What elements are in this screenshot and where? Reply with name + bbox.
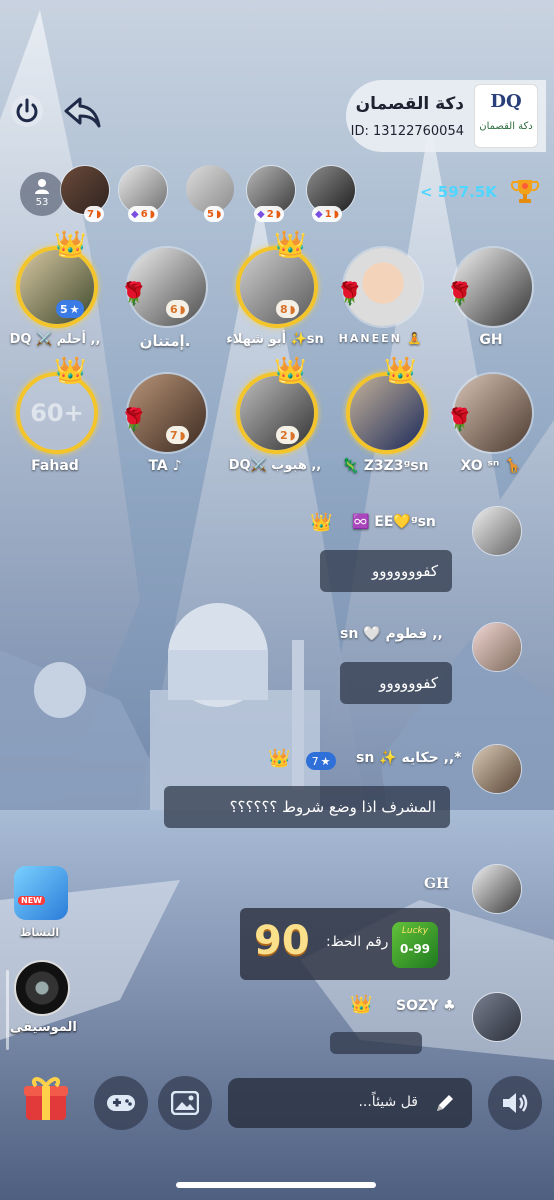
image-button[interactable]: [158, 1076, 212, 1130]
rank-badge: ◆ 2 ◗: [254, 206, 284, 222]
room-info-card[interactable]: دكة القصمان ID: 13122760054 DQ دكة القصم…: [346, 80, 546, 152]
online-count: 53: [35, 197, 49, 208]
rank-badge: ◆ 6 ◗: [128, 206, 158, 222]
speaker-button[interactable]: [488, 1076, 542, 1130]
seat[interactable]: 👑 8 ◗: [232, 230, 318, 328]
seat-name: 🦎 Z3Z3ᵍsn: [341, 458, 429, 474]
lucky-number-card: 90 رقم الحظ: Lucky 0-99: [240, 908, 450, 980]
lucky-number: 90: [254, 918, 310, 964]
level-badge: 6 ◗: [166, 300, 190, 318]
rank-badge: ◆ 1 ◗: [312, 206, 342, 222]
power-icon[interactable]: [8, 92, 46, 130]
seat-name: GH: [479, 332, 503, 348]
seat-name: DQ⚔️ هبوب ,,: [228, 458, 322, 473]
seat-name: أبو شهلاء ✨sn: [226, 332, 324, 347]
music-label: الموسيقى: [10, 1020, 77, 1035]
music-disc-icon[interactable]: [14, 960, 70, 1016]
lucky-label: رقم الحظ:: [326, 934, 389, 950]
seat-name: HANEEN 🧘: [338, 332, 424, 345]
chat-avatar[interactable]: [472, 506, 522, 556]
room-logo: DQ دكة القصمان: [474, 84, 538, 148]
crown-icon: 👑: [274, 356, 307, 386]
chat-avatar[interactable]: [472, 864, 522, 914]
chat-sender-name: sn 🤍 فطوم ,,: [340, 626, 443, 642]
chat-sender-name: ♾️ EE💛ᵍsn: [352, 514, 436, 530]
chat-avatar[interactable]: [472, 744, 522, 794]
level-badge: 5 ★: [56, 300, 84, 318]
rank-badge: 7 ◗: [84, 206, 105, 222]
speaker-icon: [503, 1093, 528, 1113]
seat[interactable]: 🌹: [446, 242, 534, 328]
seat[interactable]: 👑 2 ◗: [232, 356, 318, 454]
home-indicator: [176, 1182, 376, 1188]
seat[interactable]: 🌹 7 ◗: [120, 368, 208, 454]
side-handle[interactable]: [6, 970, 9, 1050]
person-icon: [35, 179, 49, 194]
share-icon[interactable]: [62, 94, 102, 130]
gamepad-icon: [107, 1095, 135, 1111]
crown-icon: 👑: [268, 748, 291, 769]
roses-icon: 🌹: [120, 282, 148, 307]
online-users-button[interactable]: 53: [20, 172, 64, 216]
crown-icon: 👑: [54, 356, 87, 386]
chat-avatar[interactable]: [472, 992, 522, 1042]
level-badge: 8 ◗: [276, 300, 300, 318]
seat-name: Fahad: [31, 458, 79, 474]
message-input[interactable]: قل شيئاً...: [228, 1078, 472, 1128]
seat-name: إمتنان.: [139, 332, 191, 350]
crown-icon: 👑: [54, 230, 87, 260]
activity-button[interactable]: NEW: [14, 866, 68, 920]
room-id: ID: 13122760054: [350, 124, 464, 139]
seat[interactable]: 🌹 6 ◗: [120, 242, 208, 328]
level-badge: 7 ★: [306, 752, 336, 770]
room-name: دكة القصمان: [355, 94, 464, 114]
top-user-avatar[interactable]: [60, 165, 110, 215]
chat-bubble: كفوووووو: [340, 662, 452, 704]
lucky-icon: Lucky 0-99: [392, 922, 438, 968]
chat-bubble: [330, 1032, 422, 1054]
seat[interactable]: 🌹: [336, 242, 424, 328]
chat-sender-name: sn ✨ حكايه ,,*: [356, 750, 462, 766]
pencil-icon: [434, 1092, 456, 1118]
level-badge: 7 ◗: [166, 426, 190, 444]
trophy-icon[interactable]: [510, 176, 540, 210]
level-badge: 2 ◗: [276, 426, 300, 444]
rank-badge: 5 ◗: [204, 206, 225, 222]
game-button[interactable]: [94, 1076, 148, 1130]
seat[interactable]: 👑 5 ★: [12, 230, 98, 328]
image-icon: [171, 1091, 199, 1115]
roses-icon: 🌹: [120, 408, 148, 433]
seat[interactable]: 60+ 👑: [12, 356, 98, 454]
chat-sender-name: GH: [424, 876, 450, 892]
crown-icon: 👑: [310, 512, 333, 533]
roses-icon: 🌹: [446, 282, 474, 307]
gift-icon[interactable]: [20, 1072, 72, 1124]
activity-label: النشاط: [20, 926, 60, 939]
crown-icon: 👑: [384, 356, 417, 386]
chat-sender-name: SOZY ♣: [396, 998, 456, 1014]
chat-bubble: كفووووووو: [320, 550, 452, 592]
room-score[interactable]: < 597.5K: [420, 183, 497, 201]
seat-name: TA ♪: [148, 458, 182, 474]
roses-icon: 🌹: [336, 282, 364, 307]
crown-icon: 👑: [350, 994, 373, 1015]
seat-name: DQ ⚔️ أحلم ,,: [9, 332, 101, 347]
message-input-placeholder: قل شيئاً...: [358, 1094, 418, 1110]
seat[interactable]: 👑: [342, 356, 428, 454]
roses-icon: 🌹: [446, 408, 474, 433]
seat[interactable]: 🌹: [446, 368, 534, 454]
crown-icon: 👑: [274, 230, 307, 260]
chat-avatar[interactable]: [472, 622, 522, 672]
seat-name: XO ˢⁿ 🦒: [460, 458, 522, 474]
chat-bubble: المشرف اذا وضع شروط ؟؟؟؟؟؟: [164, 786, 450, 828]
